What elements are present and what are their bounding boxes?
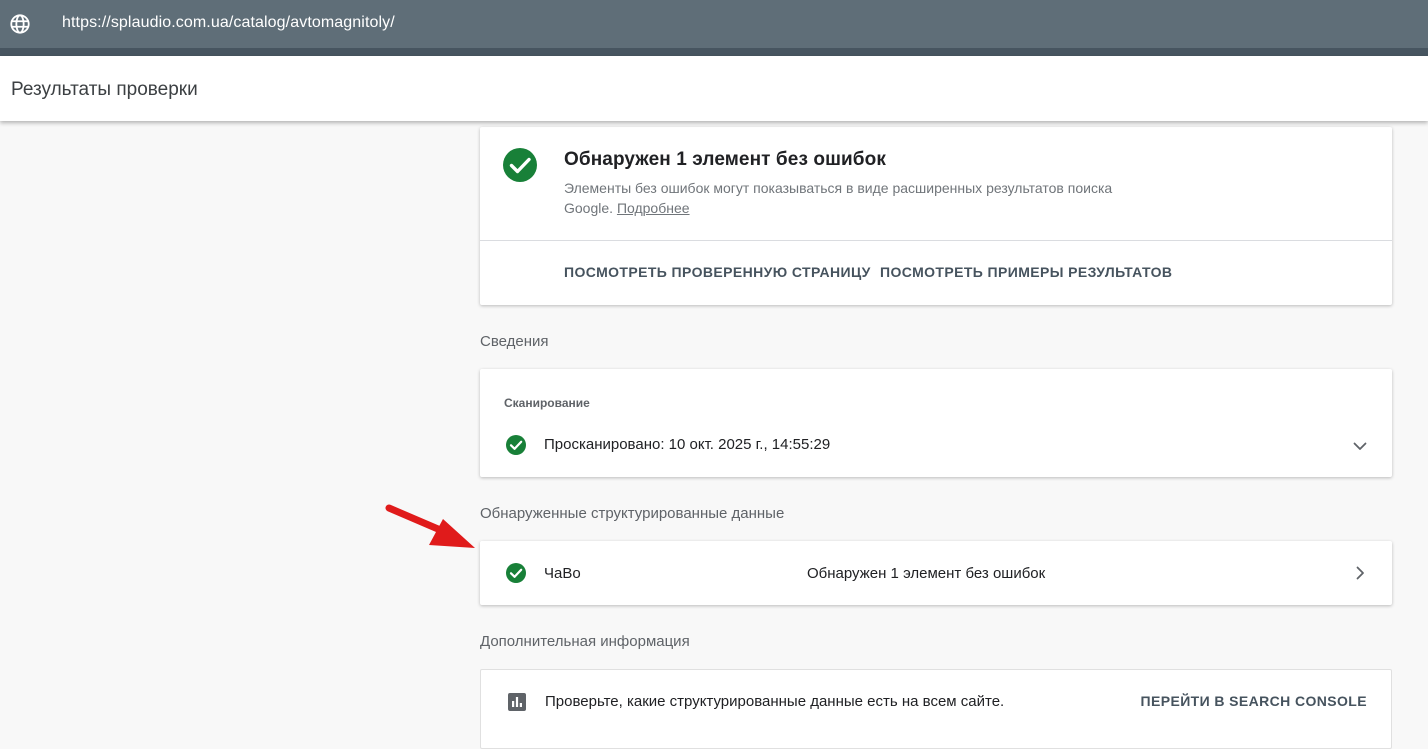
view-result-examples-button[interactable]: ПОСМОТРЕТЬ ПРИМЕРЫ РЕЗУЛЬТАТОВ — [880, 264, 1172, 280]
section-label-structured-data: Обнаруженные структурированные данные — [480, 505, 785, 522]
structured-data-item-name: ЧаВо — [544, 565, 581, 582]
section-label-details: Сведения — [480, 333, 549, 350]
additional-info-text: Проверьте, какие структурированные данны… — [545, 693, 1005, 710]
structured-data-item[interactable]: ЧаВо Обнаружен 1 элемент без ошибок — [480, 541, 1392, 605]
crawl-subtitle: Сканирование — [504, 396, 590, 410]
summary-card: Обнаружен 1 элемент без ошибок Элементы … — [480, 127, 1392, 305]
globe-icon — [10, 14, 30, 34]
additional-info-card: Проверьте, какие структурированные данны… — [480, 669, 1392, 749]
divider — [480, 240, 1392, 241]
learn-more-link[interactable]: Подробнее — [617, 200, 690, 216]
crawl-date-text: Просканировано: 10 окт. 2025 г., 14:55:2… — [544, 436, 831, 453]
structured-data-item-status: Обнаружен 1 элемент без ошибок — [807, 565, 1046, 582]
bar-chart-icon — [508, 693, 526, 711]
page-title: Результаты проверки — [11, 79, 198, 100]
red-arrow-icon — [385, 504, 475, 548]
check-circle-icon — [506, 563, 526, 583]
section-label-additional-info: Дополнительная информация — [480, 633, 690, 650]
crawl-card[interactable]: Сканирование Просканировано: 10 окт. 202… — [480, 369, 1392, 477]
page-header: Результаты проверки — [0, 56, 1428, 121]
url-text[interactable]: https://splaudio.com.ua/catalog/avtomagn… — [62, 14, 395, 32]
view-tested-page-button[interactable]: ПОСМОТРЕТЬ ПРОВЕРЕННУЮ СТРАНИЦУ — [564, 264, 871, 280]
browser-bar-strip — [0, 48, 1428, 56]
open-search-console-button[interactable]: ПЕРЕЙТИ В SEARCH CONSOLE — [1141, 693, 1367, 709]
browser-bar: https://splaudio.com.ua/catalog/avtomagn… — [0, 0, 1428, 48]
chevron-right-icon[interactable] — [1350, 563, 1370, 583]
check-circle-icon — [506, 435, 526, 455]
check-circle-icon — [503, 148, 537, 182]
chevron-down-icon[interactable] — [1350, 436, 1370, 456]
summary-description: Элементы без ошибок могут показываться в… — [564, 178, 1144, 218]
summary-title: Обнаружен 1 элемент без ошибок — [564, 149, 886, 170]
